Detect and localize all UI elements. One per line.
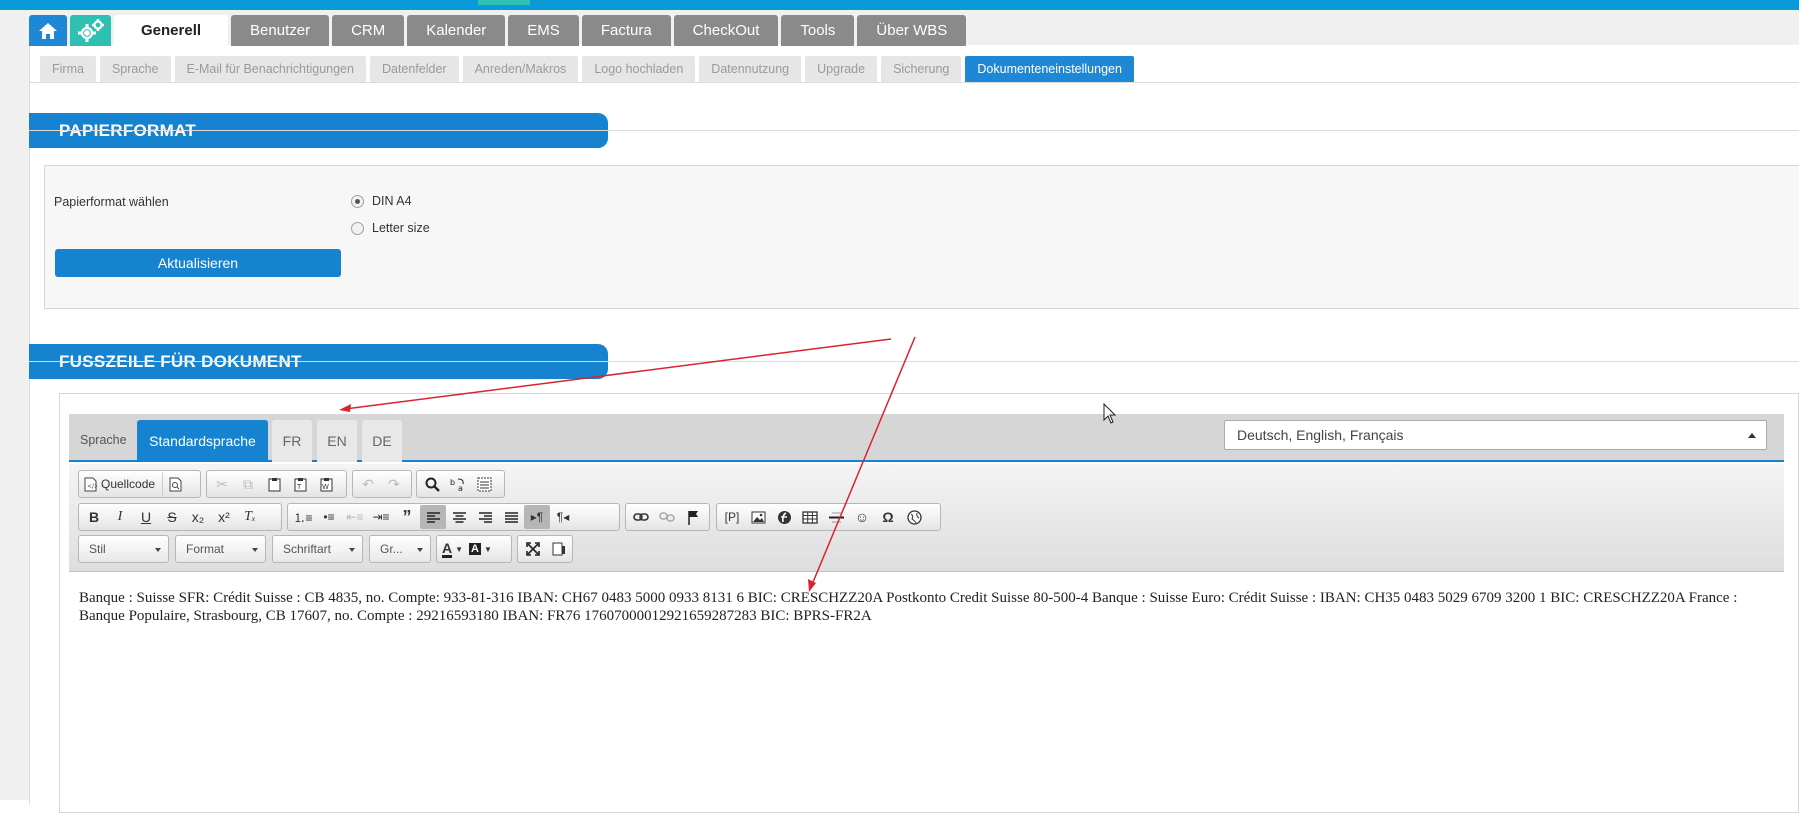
annotation-arrows — [339, 336, 916, 592]
arrowhead-icon — [339, 404, 351, 412]
mouse-cursor-icon — [1103, 403, 1117, 424]
arrow-to-footer-text — [810, 336, 916, 588]
arrow-to-language-tabs — [344, 338, 892, 410]
arrowhead-icon — [808, 579, 816, 592]
